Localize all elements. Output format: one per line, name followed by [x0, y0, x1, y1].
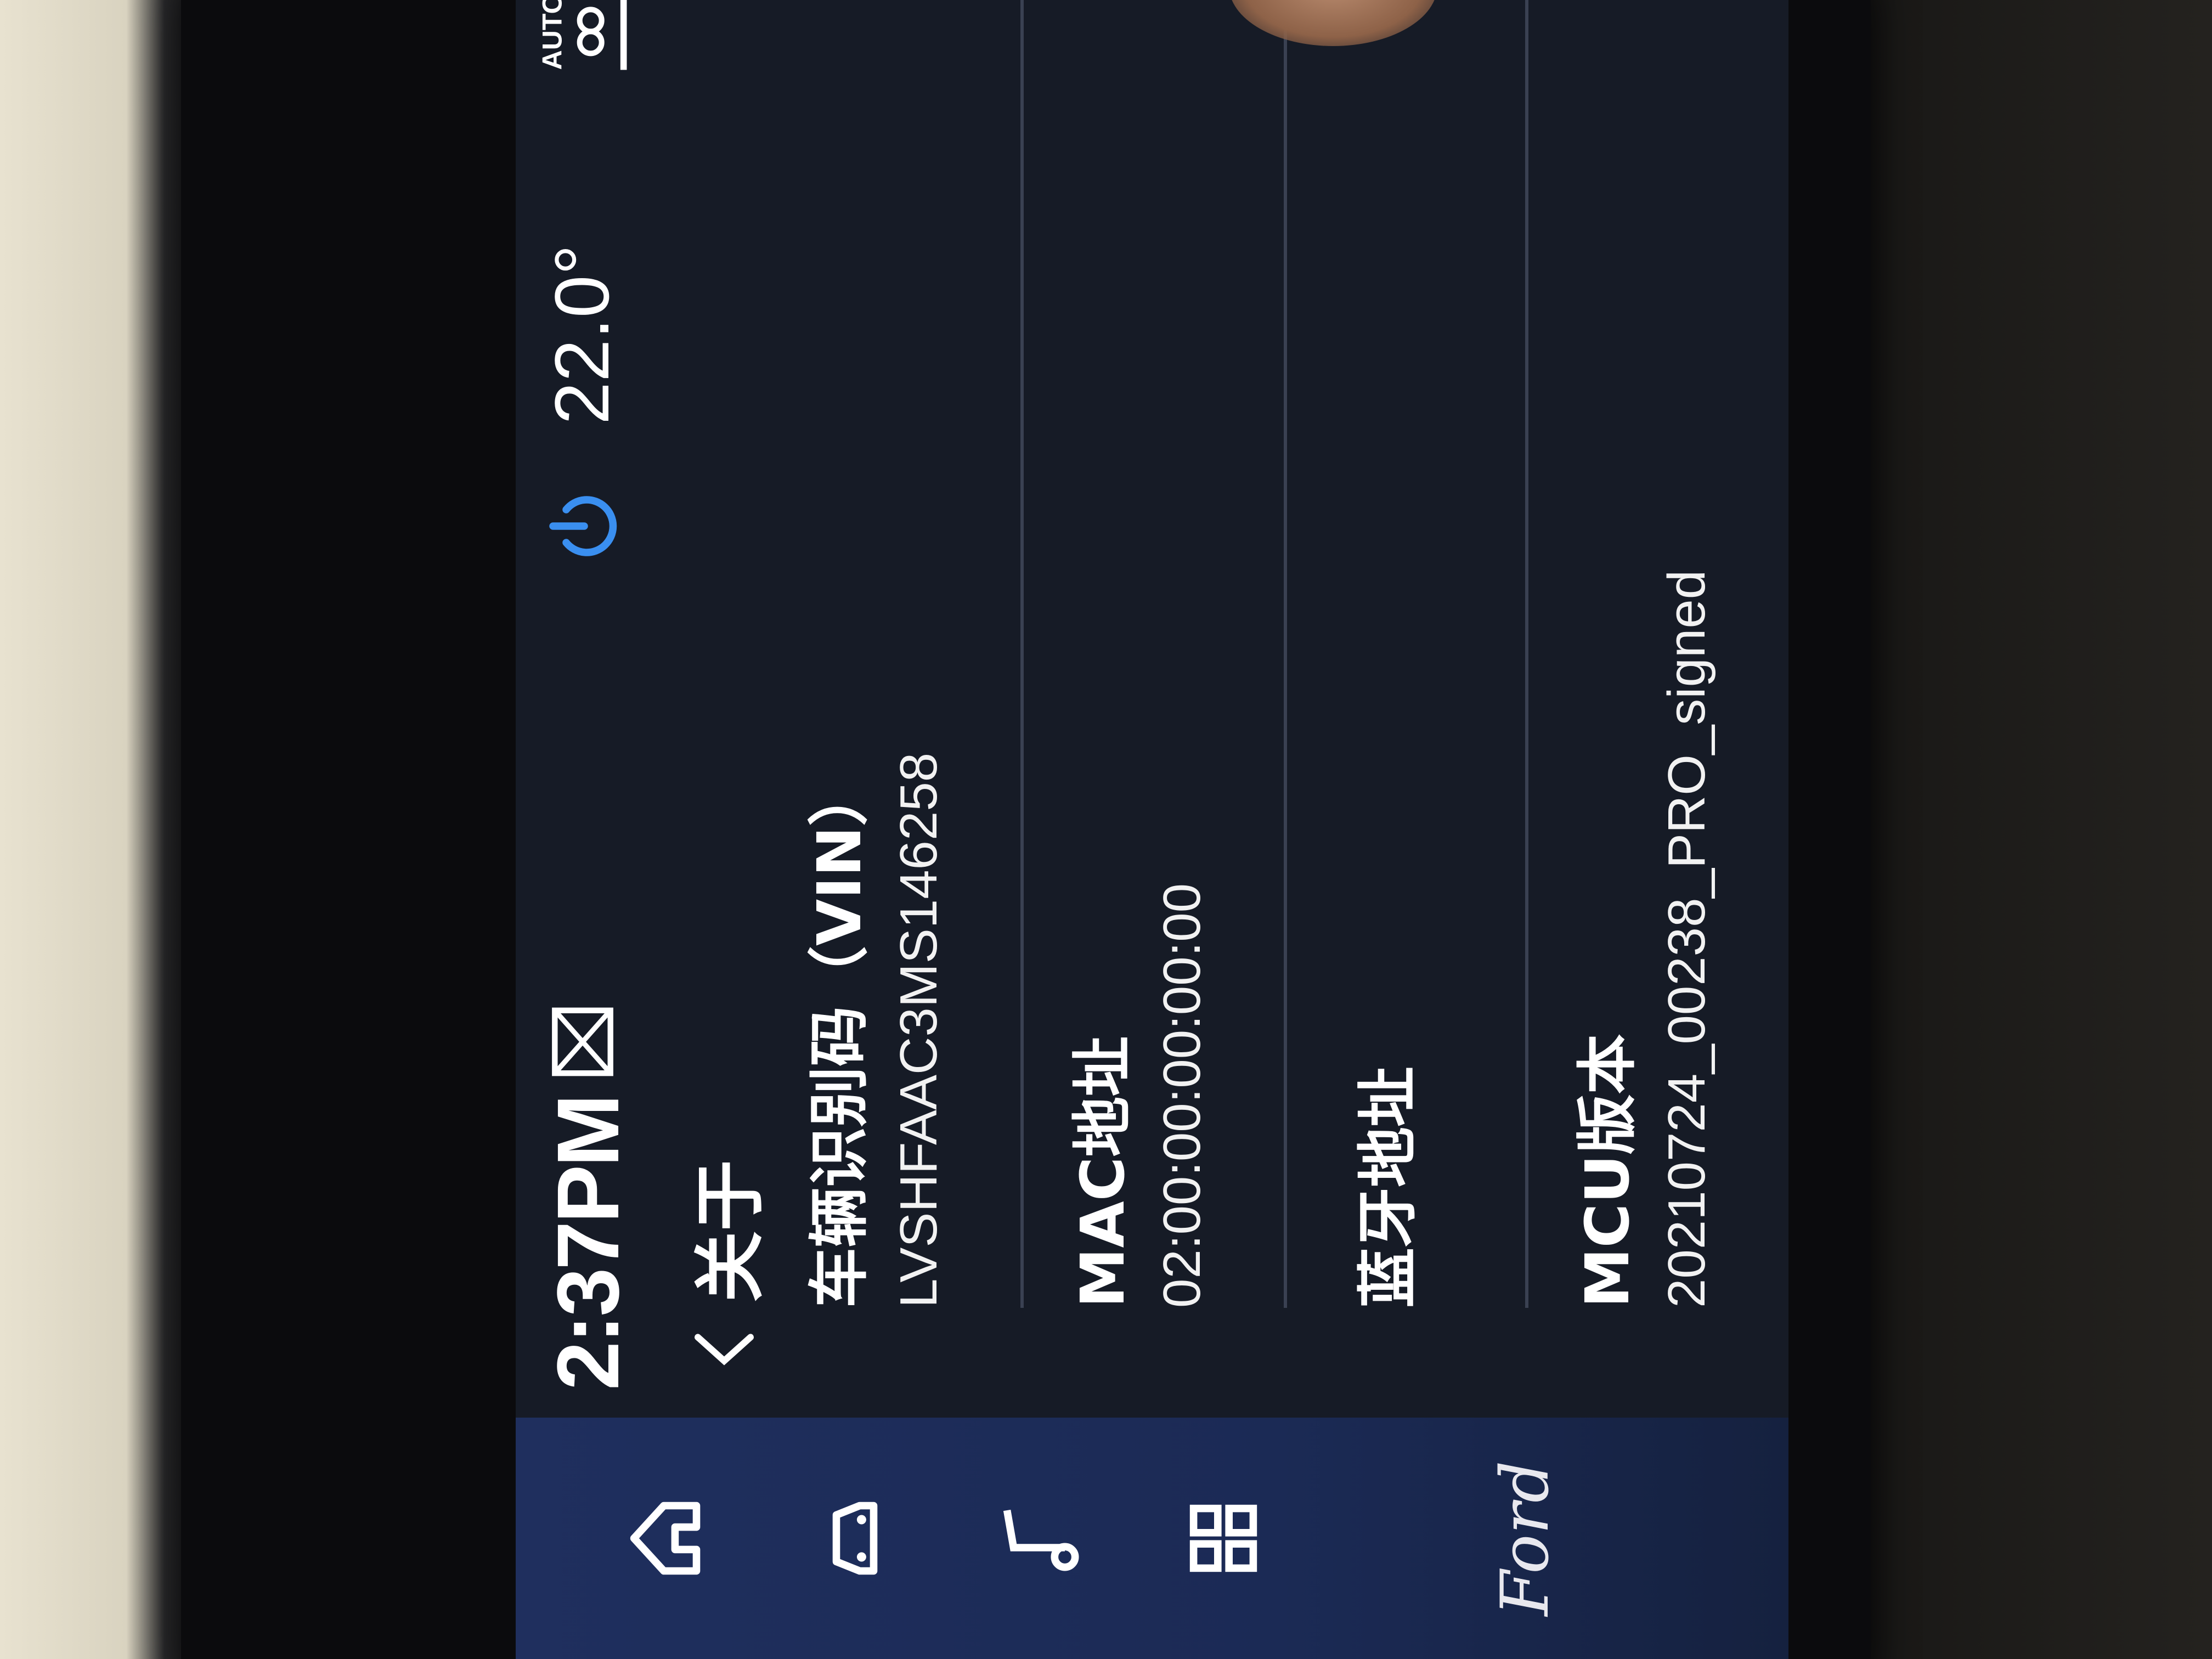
power-icon[interactable] — [543, 485, 625, 567]
mcu-row: MCU版本 20210724_00238_PRO_signed — [1558, 0, 1717, 1308]
about-content: 关于 车辆识别码（VIN） LVSHFAAC3MS146258 MAC地址 02… — [647, 0, 1788, 1418]
page-title: 关于 — [689, 1159, 772, 1302]
clock: 2:37PM — [539, 1096, 637, 1390]
nav-music[interactable] — [955, 1418, 1119, 1659]
ford-logo-text: Ford — [1487, 1460, 1564, 1616]
divider — [1525, 0, 1528, 1308]
status-bar: 2:37PM 22.0° AUTO — [516, 0, 647, 1418]
message-icon[interactable] — [550, 1006, 616, 1077]
fan-auto-label: AUTO — [537, 0, 567, 70]
bluetooth-label: 蓝牙地址 — [1353, 1066, 1423, 1308]
mac-row: MAC地址 02:00:00:00:00:00 — [1053, 0, 1212, 1308]
divider — [1284, 0, 1287, 1308]
mcu-value: 20210724_00238_PRO_signed — [1657, 569, 1716, 1308]
mac-value: 02:00:00:00:00:00 — [1153, 883, 1211, 1308]
mcu-label: MCU版本 — [1572, 1034, 1643, 1308]
music-icon — [1003, 1509, 1079, 1571]
ford-logo: Ford — [1481, 1460, 1569, 1616]
vehicle-icon — [832, 1502, 878, 1575]
nav-vehicle[interactable] — [768, 1418, 933, 1659]
chevron-left-icon — [695, 1334, 754, 1365]
cabin-temperature[interactable]: 22.0° — [538, 245, 627, 425]
apps-icon — [1189, 1504, 1257, 1572]
vin-value: LVSHFAAC3MS146258 — [889, 752, 948, 1308]
back-button[interactable]: 关于 — [686, 1160, 772, 1374]
infotainment-screen: Ford 2:37PM 22.0° AUTO 关于 车辆识别码（VIN） LVS… — [516, 0, 1788, 1659]
fan-auto-icon[interactable]: AUTO — [532, 0, 636, 79]
nav-apps[interactable] — [1141, 1418, 1306, 1659]
divider — [1020, 0, 1024, 1308]
bluetooth-row: 蓝牙地址 — [1339, 0, 1437, 1308]
settings-about-screen: Ford 2:37PM 22.0° AUTO 关于 车辆识别码（VIN） LVS… — [516, 0, 1788, 1659]
vin-row: 车辆识别码（VIN） LVSHFAAC3MS146258 — [790, 0, 949, 1308]
nav-home[interactable] — [582, 1418, 746, 1659]
home-icon — [630, 1502, 701, 1575]
mac-label: MAC地址 — [1068, 1036, 1138, 1308]
nav-rail: Ford — [516, 1418, 1788, 1659]
photo: Ford 2:37PM 22.0° AUTO 关于 车辆识别码（VIN） LVS… — [0, 0, 2212, 1659]
vin-label: 车辆识别码（VIN） — [804, 765, 874, 1308]
